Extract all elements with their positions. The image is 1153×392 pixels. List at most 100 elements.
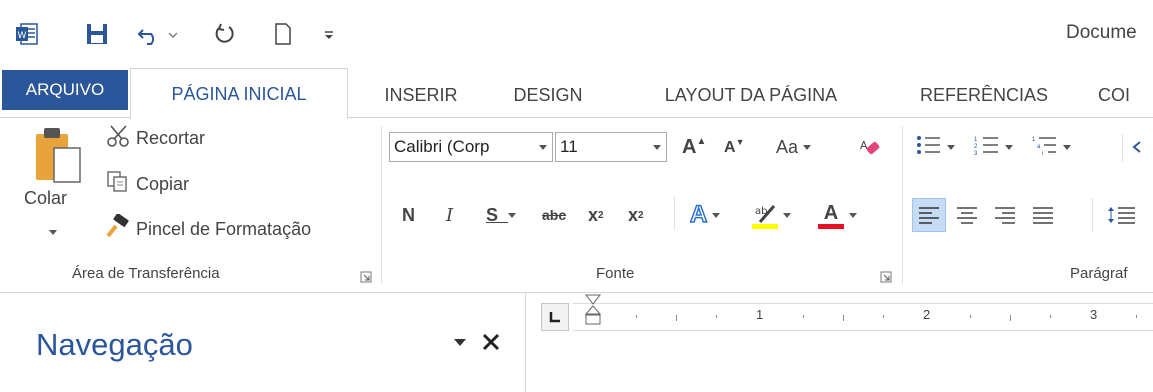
superscript-button[interactable]: x2 bbox=[628, 200, 644, 230]
quick-access-toolbar: W Docume bbox=[0, 0, 1153, 60]
group-separator bbox=[902, 126, 903, 284]
justify-button[interactable] bbox=[1026, 198, 1060, 232]
redo-icon[interactable] bbox=[210, 16, 240, 52]
ruler-tick bbox=[716, 315, 717, 318]
font-color-label: A bbox=[823, 201, 839, 224]
superscript-label: x bbox=[628, 204, 639, 225]
bold-label: N bbox=[402, 204, 415, 225]
ruler-tick bbox=[883, 315, 884, 318]
indent-marker-icon[interactable] bbox=[583, 294, 603, 338]
font-dialog-launcher-icon[interactable] bbox=[880, 268, 892, 283]
ruler-number: 2 bbox=[923, 307, 931, 322]
svg-text:i: i bbox=[1042, 151, 1043, 156]
scissors-icon bbox=[106, 124, 136, 153]
align-right-icon bbox=[995, 207, 1015, 224]
navigation-title: Navegação bbox=[36, 327, 193, 362]
svg-text:2: 2 bbox=[974, 144, 978, 150]
grow-font-button[interactable]: A ▲ bbox=[682, 132, 706, 162]
text-effects-button[interactable]: A bbox=[689, 200, 721, 230]
subscript-label: x bbox=[588, 204, 599, 225]
paragraph-group-label: Parágraf bbox=[1070, 265, 1128, 282]
grow-font-label: A bbox=[682, 135, 697, 158]
paragraph-separator bbox=[1122, 134, 1123, 162]
tab-selector-icon[interactable] bbox=[541, 303, 569, 331]
paste-label: Colar bbox=[24, 188, 68, 208]
font-size-combobox[interactable]: 11 bbox=[555, 132, 667, 162]
copy-button[interactable]: Copiar bbox=[106, 170, 189, 199]
clipboard-dialog-launcher-icon[interactable] bbox=[360, 268, 372, 283]
undo-icon[interactable] bbox=[136, 16, 186, 52]
grow-caret-icon: ▲ bbox=[696, 135, 707, 147]
align-right-button[interactable] bbox=[988, 198, 1022, 232]
justify-icon bbox=[1033, 207, 1053, 224]
underline-button[interactable]: S bbox=[486, 200, 517, 230]
cut-button[interactable]: Recortar bbox=[106, 124, 205, 153]
strikethrough-button[interactable]: abc bbox=[542, 200, 566, 230]
svg-text:1: 1 bbox=[974, 137, 978, 143]
tab-references[interactable]: REFERÊNCIAS bbox=[898, 72, 1070, 118]
horizontal-ruler[interactable]: 1 2 3 bbox=[573, 294, 1153, 331]
italic-button[interactable]: I bbox=[446, 200, 453, 230]
subscript-button[interactable]: x2 bbox=[588, 200, 604, 230]
numbering-icon: 123 bbox=[974, 134, 1000, 161]
ruler-tick bbox=[1050, 315, 1051, 318]
font-size-value: 11 bbox=[560, 137, 578, 156]
tab-design[interactable]: DESIGN bbox=[494, 72, 602, 118]
word-logo-icon[interactable]: W bbox=[10, 16, 44, 52]
multilevel-list-button[interactable]: 1ai bbox=[1032, 132, 1072, 162]
new-document-icon[interactable] bbox=[268, 16, 298, 52]
bullets-icon bbox=[916, 134, 942, 161]
decrease-indent-icon[interactable] bbox=[1132, 132, 1152, 162]
highlighter-icon: ab bbox=[752, 202, 778, 229]
clipboard-group-label: Área de Transferência bbox=[72, 265, 220, 282]
group-separator bbox=[381, 126, 382, 284]
paste-icon[interactable] bbox=[28, 124, 86, 186]
shrink-font-button[interactable]: A ▼ bbox=[724, 134, 744, 162]
clear-formatting-icon[interactable]: A bbox=[858, 132, 882, 162]
document-area[interactable]: 1 2 3 bbox=[527, 293, 1153, 392]
format-painter-button[interactable]: Pincel de Formatação bbox=[104, 213, 311, 245]
shrink-caret-icon: ▼ bbox=[735, 137, 745, 147]
align-center-button[interactable] bbox=[950, 198, 984, 232]
tab-mailings[interactable]: COI bbox=[1098, 72, 1153, 118]
bold-button[interactable]: N bbox=[402, 200, 415, 230]
font-color-button[interactable]: A bbox=[818, 198, 858, 232]
align-center-icon bbox=[957, 207, 977, 224]
document-title: Docume bbox=[1066, 22, 1137, 43]
font-name-dropdown-icon[interactable] bbox=[534, 133, 552, 161]
paste-dropdown-icon[interactable] bbox=[49, 230, 57, 235]
font-name-combobox[interactable]: Calibri (Corp bbox=[389, 132, 553, 162]
strikethrough-label: abc bbox=[542, 207, 567, 223]
align-left-button[interactable] bbox=[912, 198, 946, 232]
ruler-tick bbox=[970, 315, 971, 318]
highlight-color-button[interactable]: ab bbox=[752, 198, 792, 232]
font-name-value: Calibri (Corp bbox=[394, 137, 490, 156]
tab-file[interactable]: ARQUIVO bbox=[2, 70, 128, 110]
tab-page-layout[interactable]: LAYOUT DA PÁGINA bbox=[626, 72, 876, 118]
svg-text:1: 1 bbox=[1032, 137, 1036, 143]
svg-text:a: a bbox=[1037, 144, 1041, 150]
ribbon-home: Colar Recortar Copiar Pincel de Formataç… bbox=[0, 118, 1153, 293]
save-icon[interactable] bbox=[80, 16, 114, 52]
change-case-label: Aa bbox=[776, 136, 799, 157]
copy-label: Copiar bbox=[136, 174, 190, 194]
navigation-options-icon[interactable] bbox=[450, 335, 470, 351]
subscript-mark-icon: 2 bbox=[598, 209, 604, 221]
line-spacing-icon bbox=[1108, 207, 1135, 224]
font-color-icon: A bbox=[818, 202, 844, 229]
ribbon-tabs: ARQUIVO PÁGINA INICIAL INSERIR DESIGN LA… bbox=[0, 60, 1153, 119]
bullets-button[interactable] bbox=[916, 132, 956, 162]
svg-text:W: W bbox=[18, 31, 27, 41]
svg-text:A: A bbox=[860, 139, 868, 152]
tab-home[interactable]: PÁGINA INICIAL bbox=[130, 68, 348, 119]
font-size-dropdown-icon[interactable] bbox=[648, 133, 666, 161]
line-spacing-button[interactable] bbox=[1102, 198, 1142, 232]
customize-qat-icon[interactable] bbox=[318, 16, 340, 52]
ruler-tick bbox=[1010, 315, 1011, 321]
numbering-button[interactable]: 123 bbox=[974, 132, 1014, 162]
copy-icon bbox=[106, 170, 136, 199]
paste-button[interactable]: Colar bbox=[24, 188, 67, 209]
change-case-button[interactable]: Aa bbox=[776, 132, 812, 162]
tab-insert[interactable]: INSERIR bbox=[366, 72, 476, 118]
close-icon[interactable] bbox=[478, 329, 504, 355]
